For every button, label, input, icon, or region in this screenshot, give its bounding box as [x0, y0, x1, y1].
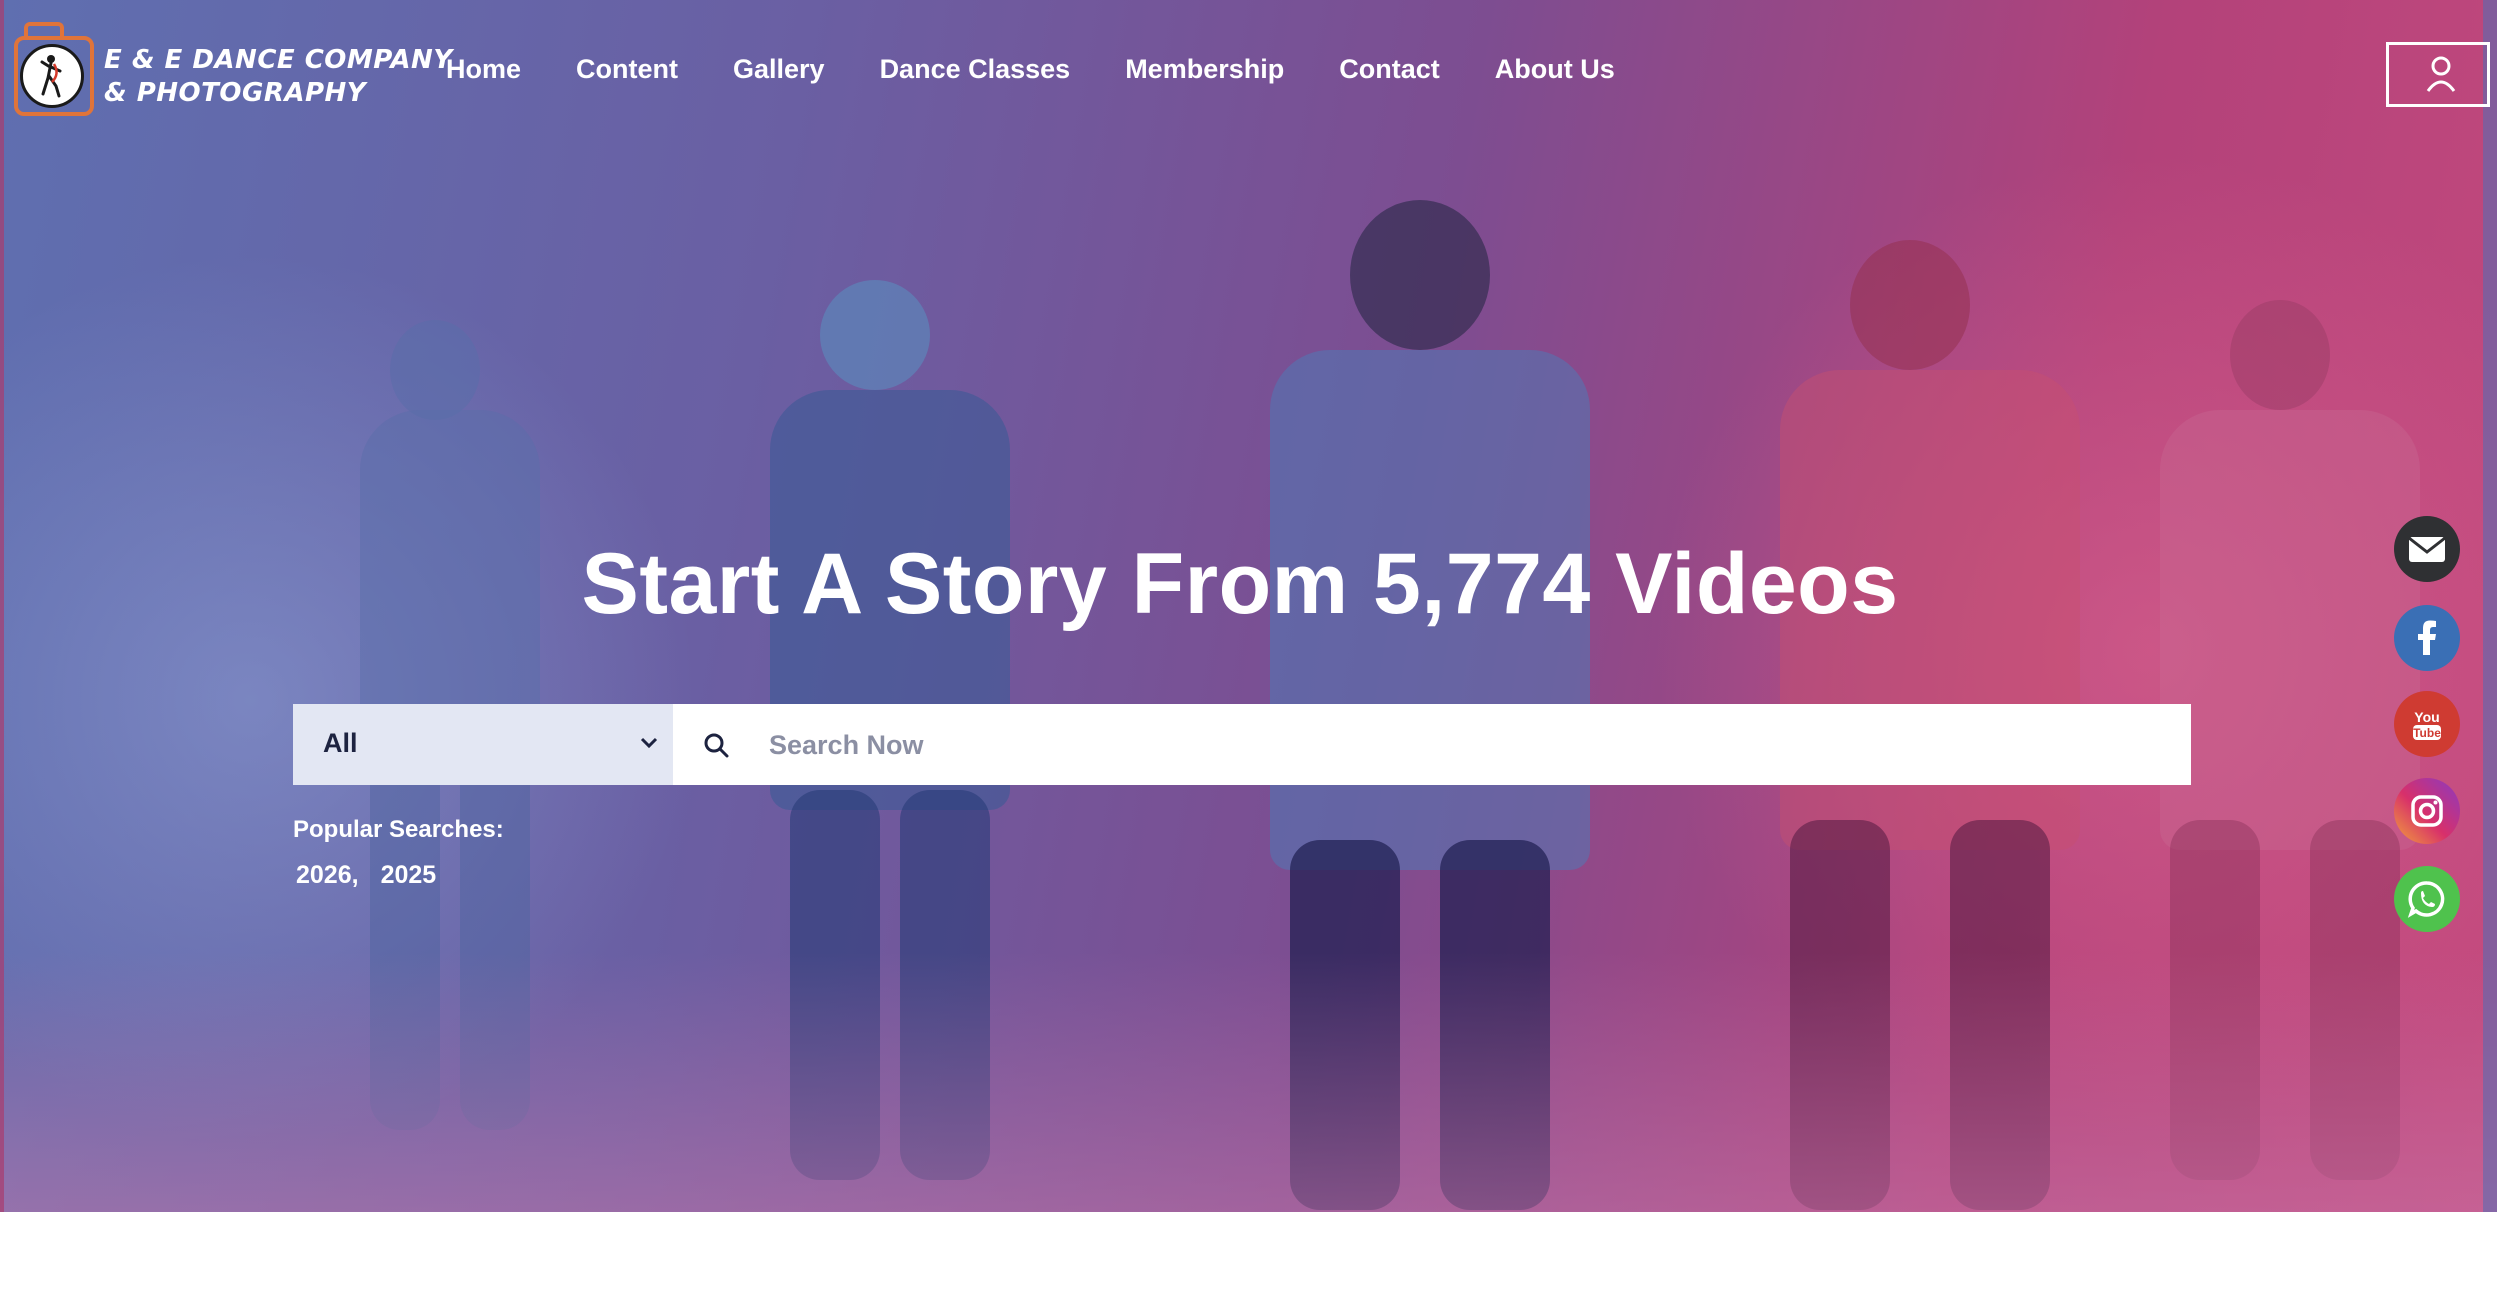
facebook-icon: [2418, 620, 2436, 655]
whatsapp-icon: [2407, 881, 2445, 918]
dancer-figure-icon: [40, 55, 62, 98]
instagram-button[interactable]: [2394, 778, 2460, 844]
brand-name[interactable]: E & E DANCE COMPANY & PHOTOGRAPHY: [104, 44, 453, 110]
whatsapp-button[interactable]: [2394, 866, 2460, 932]
nav-gallery[interactable]: Gallery: [733, 54, 825, 85]
popular-tag-2026[interactable]: 2026,: [296, 861, 359, 890]
brand-line-1: E & E DANCE COMPANY: [104, 45, 453, 75]
youtube-button[interactable]: You Tube: [2394, 691, 2460, 757]
nav-membership[interactable]: Membership: [1125, 54, 1284, 85]
nav-content[interactable]: Content: [576, 54, 678, 85]
user-icon: [2426, 56, 2456, 92]
search-input[interactable]: [767, 704, 2171, 787]
category-select-value: All: [323, 728, 358, 758]
popular-searches-title: Popular Searches:: [293, 816, 504, 843]
hero-floor: [0, 952, 2497, 1212]
popular-searches-list: 2026, 2025: [296, 861, 458, 890]
search-icon[interactable]: [703, 732, 729, 758]
svg-text:You: You: [2414, 709, 2439, 725]
search-field: [673, 704, 2191, 787]
category-select[interactable]: All: [293, 704, 673, 785]
popular-tag-2025[interactable]: 2025: [381, 861, 437, 890]
hero-edge-right: [2483, 0, 2497, 1212]
youtube-icon: You Tube: [2413, 709, 2441, 740]
nav-contact[interactable]: Contact: [1339, 54, 1440, 85]
site-logo[interactable]: [14, 22, 96, 120]
email-icon: [2408, 536, 2446, 562]
hero-headline: Start A Story From 5,774 Videos: [581, 536, 1899, 632]
facebook-button[interactable]: [2394, 605, 2460, 671]
main-nav: Home Content Gallery Dance Classes Membe…: [446, 54, 1670, 85]
chevron-down-icon: [640, 737, 658, 749]
brand-line-2: & PHOTOGRAPHY: [104, 78, 367, 108]
nav-dance-classes[interactable]: Dance Classes: [880, 54, 1071, 85]
nav-about-us[interactable]: About Us: [1495, 54, 1615, 85]
instagram-icon: [2411, 795, 2443, 827]
account-button[interactable]: [2386, 42, 2490, 107]
svg-text:Tube: Tube: [2413, 726, 2441, 740]
nav-home[interactable]: Home: [446, 54, 521, 85]
email-button[interactable]: [2394, 516, 2460, 582]
search-bar: All: [293, 704, 2191, 787]
